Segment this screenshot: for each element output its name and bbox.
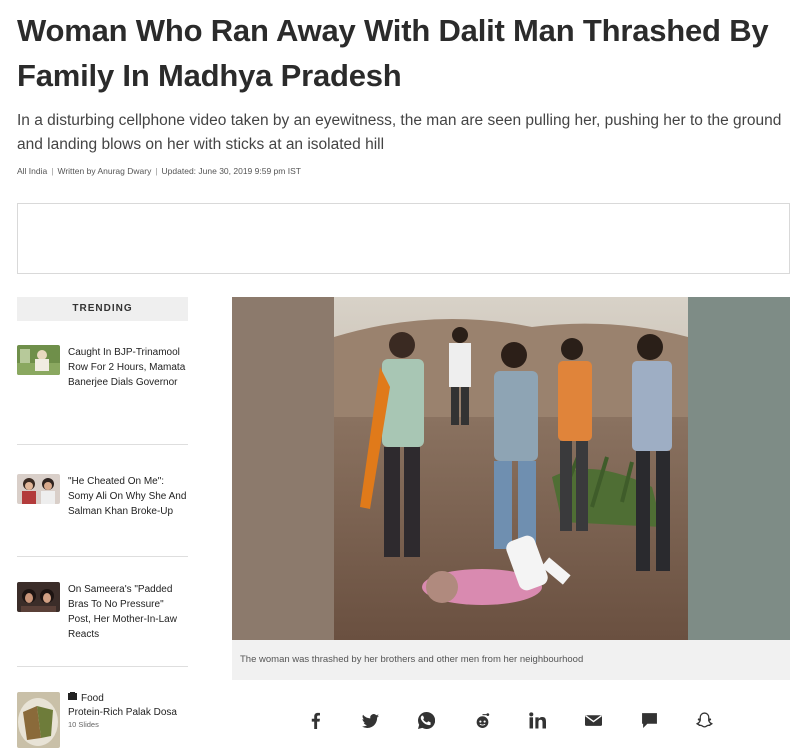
snapchat-icon: [696, 712, 714, 734]
facebook-share-button[interactable]: [300, 708, 330, 738]
divider: [17, 556, 188, 557]
article-headline: Woman Who Ran Away With Dalit Man Thrash…: [17, 13, 769, 93]
divider: [17, 444, 188, 445]
reddit-icon: [474, 712, 491, 734]
divider: [17, 666, 188, 667]
twitter-icon: [362, 712, 380, 734]
trending-item[interactable]: On Sameera's "Padded Bras To No Pressure…: [17, 582, 188, 642]
twitter-share-button[interactable]: [356, 708, 386, 738]
linkedin-share-button[interactable]: [523, 708, 553, 738]
updated-timestamp: Updated: June 30, 2019 9:59 pm IST: [161, 166, 301, 176]
trending-item-title[interactable]: "He Cheated On Me": Somy Ali On Why She …: [68, 474, 188, 519]
article-meta: All India | Written by Anurag Dwary | Up…: [17, 166, 301, 176]
trending-thumbnail[interactable]: [17, 692, 60, 748]
whatsapp-icon: [417, 711, 436, 734]
trending-item[interactable]: Food Protein-Rich Palak Dosa 10 Slides: [17, 692, 188, 748]
comment-icon: [641, 712, 658, 734]
article-photo[interactable]: [232, 297, 790, 640]
trending-item[interactable]: Caught In BJP-Trinamool Row For 2 Hours,…: [17, 345, 188, 390]
snapchat-share-button[interactable]: [690, 708, 720, 738]
article-subhead: In a disturbing cellphone video taken by…: [17, 112, 782, 153]
trending-heading: TRENDING: [17, 297, 188, 321]
linkedin-icon: [529, 712, 547, 734]
trending-thumbnail[interactable]: [17, 582, 60, 612]
share-bar: [300, 708, 720, 738]
email-icon: [585, 712, 603, 734]
whatsapp-share-button[interactable]: [411, 708, 441, 738]
section-link[interactable]: All India: [17, 166, 47, 176]
author-byline[interactable]: Written by Anurag Dwary: [57, 166, 151, 176]
ad-banner-slot: [17, 203, 790, 274]
image-caption: The woman was thrashed by her brothers a…: [232, 640, 790, 680]
meta-separator: |: [51, 166, 54, 176]
trending-item-title[interactable]: On Sameera's "Padded Bras To No Pressure…: [68, 582, 188, 642]
email-share-button[interactable]: [579, 708, 609, 738]
facebook-icon: [307, 712, 324, 734]
trending-thumbnail[interactable]: [17, 345, 60, 375]
reddit-share-button[interactable]: [467, 708, 497, 738]
trending-thumbnail[interactable]: [17, 474, 60, 504]
comment-button[interactable]: [634, 708, 664, 738]
trending-item-title[interactable]: Caught In BJP-Trinamool Row For 2 Hours,…: [68, 345, 188, 390]
trending-item[interactable]: "He Cheated On Me": Somy Ali On Why She …: [17, 474, 188, 519]
meta-separator: |: [155, 166, 158, 176]
trending-category: Food: [68, 692, 188, 706]
trending-item-title[interactable]: Protein-Rich Palak Dosa: [68, 706, 188, 720]
slideshow-icon: [68, 692, 77, 706]
slide-count: 10 Slides: [68, 720, 99, 729]
trending-category-label: Food: [81, 693, 104, 704]
